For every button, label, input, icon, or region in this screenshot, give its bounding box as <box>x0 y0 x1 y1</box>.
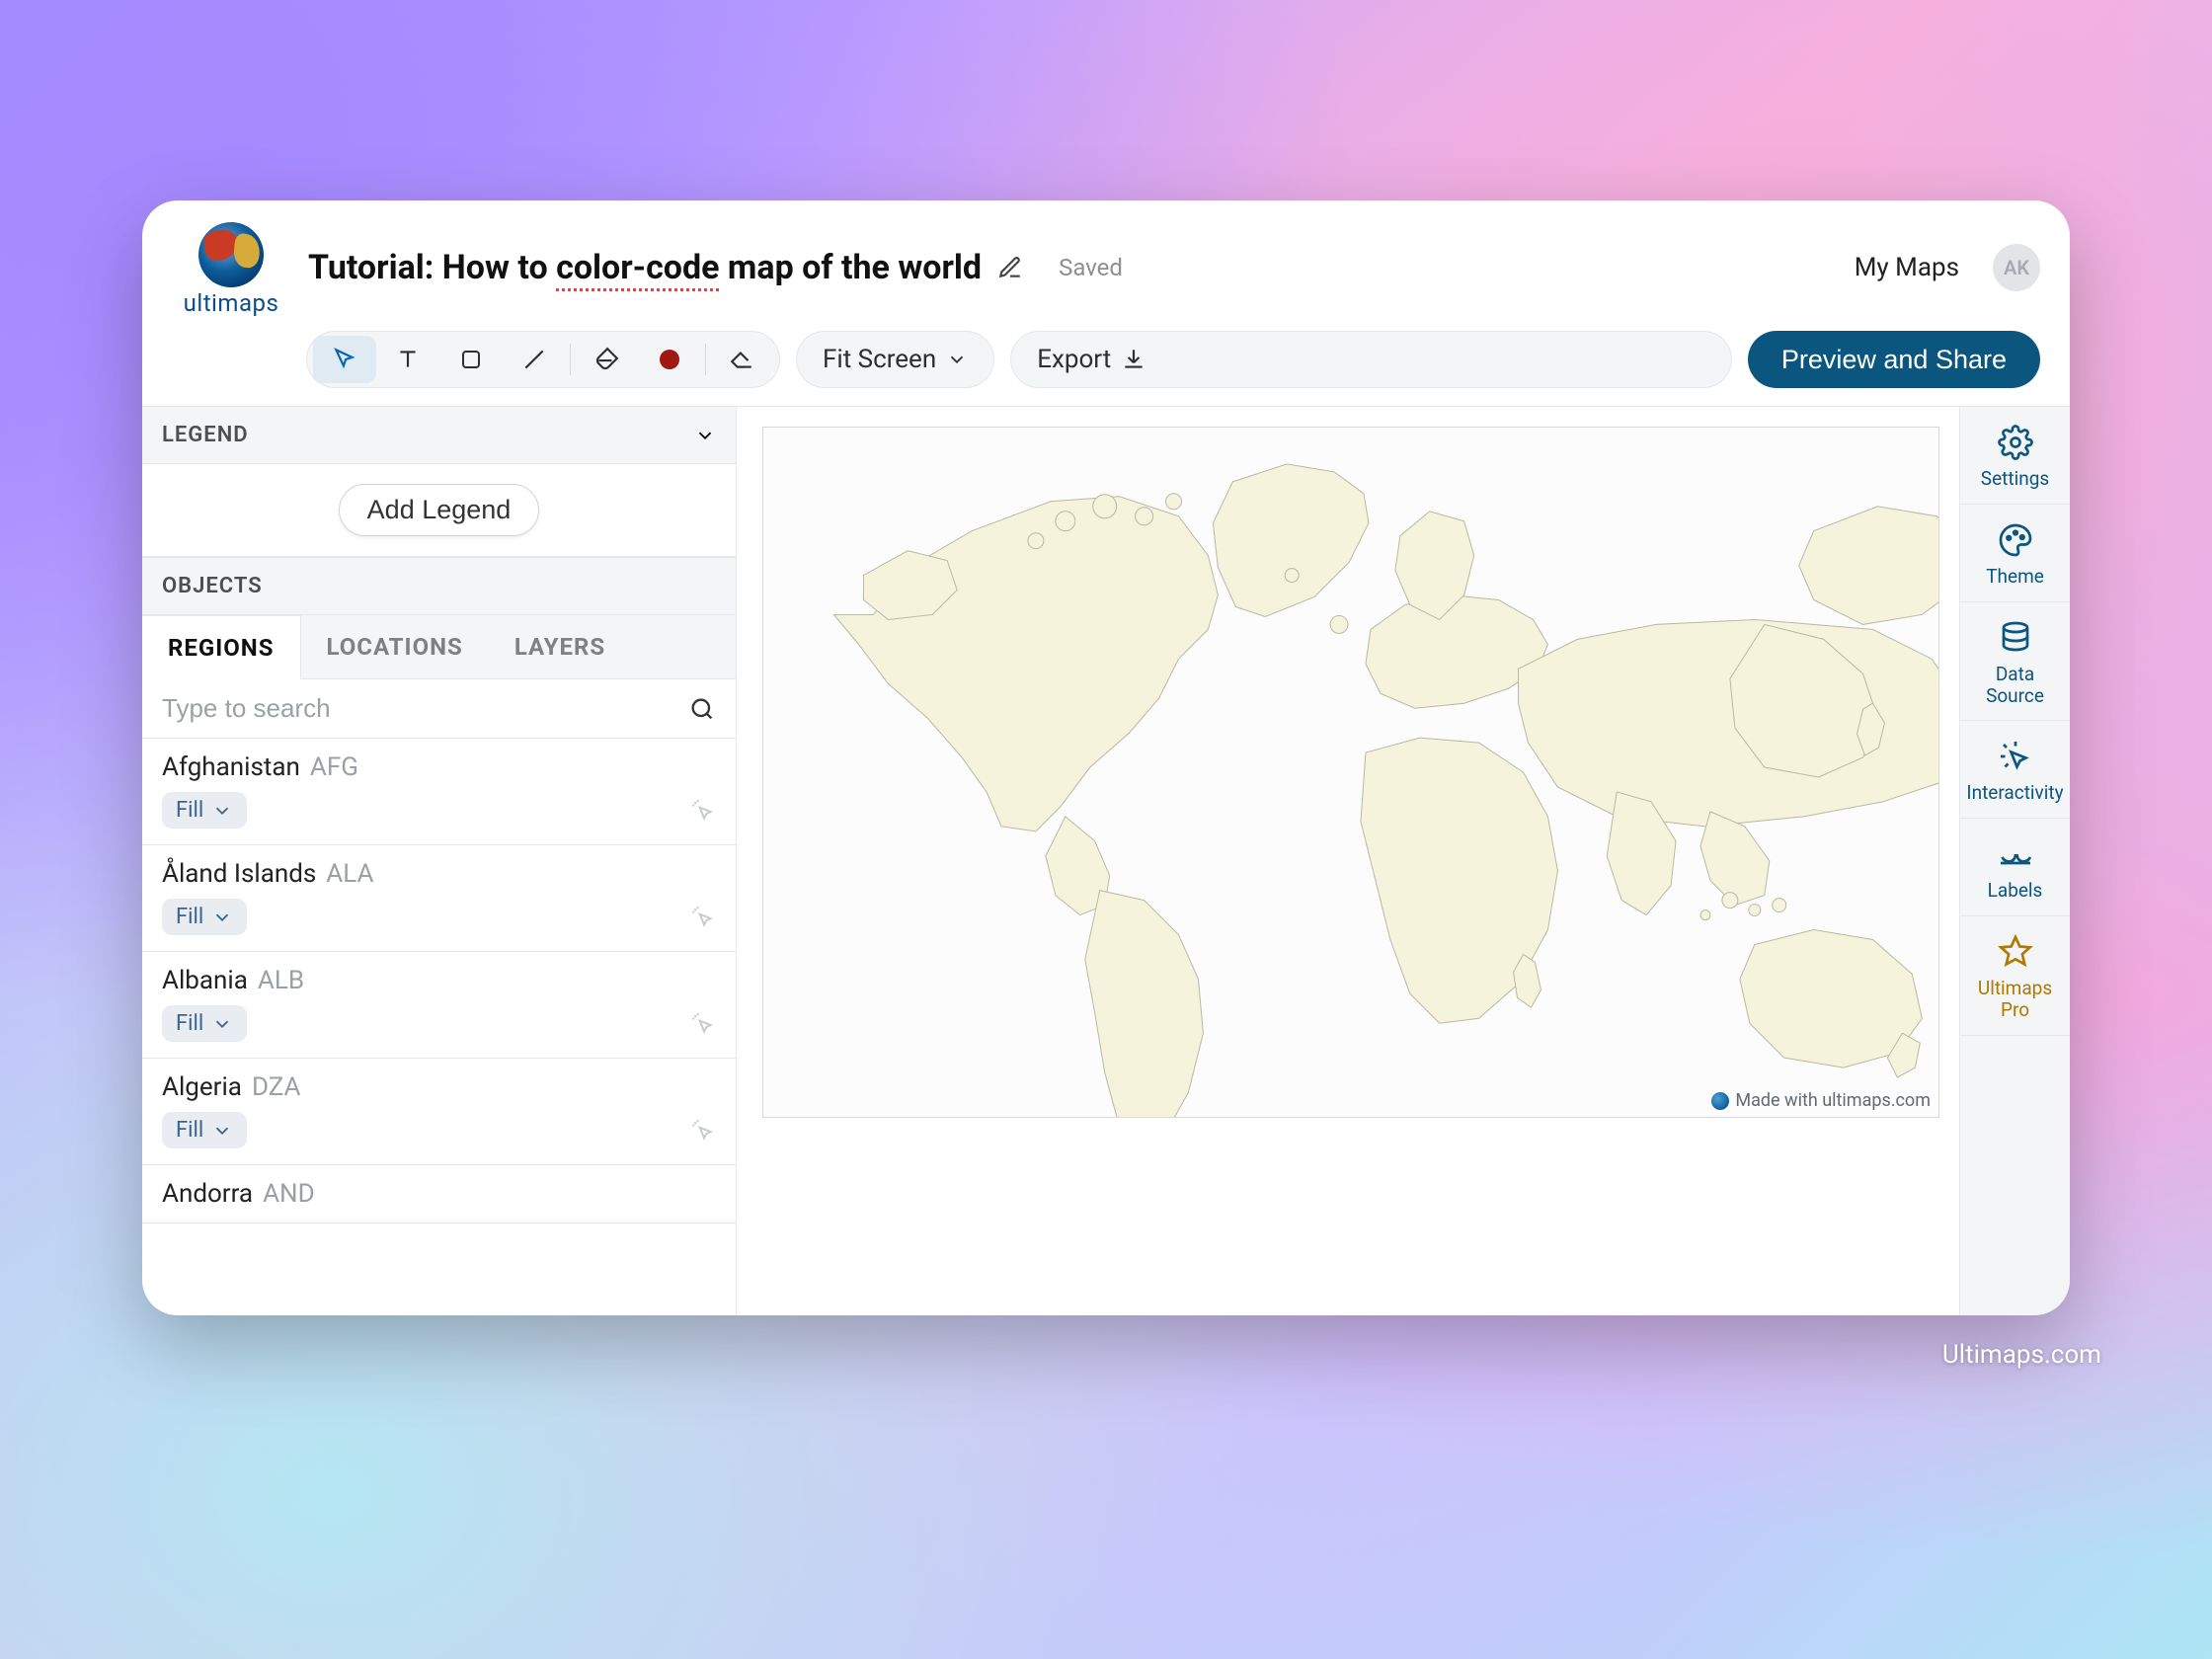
saved-status: Saved <box>1059 254 1123 281</box>
region-item[interactable]: Afghanistan AFG Fill <box>142 739 736 845</box>
star-icon <box>1998 934 2033 970</box>
fit-screen-dropdown[interactable]: Fit Screen <box>803 336 988 383</box>
map-landmasses <box>834 464 1939 1117</box>
chevron-down-icon <box>211 1013 233 1035</box>
region-code: DZA <box>252 1072 300 1102</box>
region-item[interactable]: Algeria DZA Fill <box>142 1059 736 1165</box>
select-tool[interactable] <box>313 336 376 383</box>
fill-color-dot <box>660 350 679 369</box>
region-name: Algeria <box>162 1072 242 1102</box>
fill-color-swatch[interactable] <box>638 336 701 383</box>
logo[interactable]: ultimaps <box>172 218 290 317</box>
legend-header[interactable]: LEGEND <box>142 407 736 464</box>
fill-chip[interactable]: Fill <box>162 899 247 935</box>
title-prefix: Tutorial: How to <box>308 248 556 287</box>
region-list[interactable]: Afghanistan AFG Fill Åland Islands ALA F… <box>142 739 736 1315</box>
region-name: Åland Islands <box>162 859 316 889</box>
title-suffix: map of the world <box>719 248 982 287</box>
object-tabs: REGIONS LOCATIONS LAYERS <box>142 615 736 679</box>
region-name: Afghanistan <box>162 752 300 782</box>
region-item[interactable]: Åland Islands ALA Fill <box>142 845 736 952</box>
logo-text: ultimaps <box>184 289 279 317</box>
chevron-down-icon <box>211 800 233 822</box>
gear-icon <box>1998 425 2033 460</box>
edit-icon[interactable] <box>997 255 1023 280</box>
add-legend-row: Add Legend <box>142 464 736 557</box>
region-code: ALB <box>258 966 304 995</box>
region-name: Albania <box>162 966 248 995</box>
export-group: Export <box>1010 331 1732 388</box>
palette-icon <box>1998 522 2033 558</box>
region-name: Andorra <box>162 1179 253 1209</box>
fill-chip[interactable]: Fill <box>162 1005 247 1042</box>
database-icon <box>1998 620 2033 656</box>
chevron-down-icon <box>211 907 233 928</box>
region-item[interactable]: Andorra AND <box>142 1165 736 1224</box>
chevron-down-icon <box>211 1120 233 1142</box>
tab-locations[interactable]: LOCATIONS <box>301 615 489 678</box>
cursor-click-icon <box>1998 739 2033 774</box>
search-input[interactable] <box>162 693 676 724</box>
eraser-tool[interactable] <box>710 336 773 383</box>
app-window: ultimaps Tutorial: How to color-code map… <box>142 200 2070 1315</box>
region-item[interactable]: Albania ALB Fill <box>142 952 736 1059</box>
body: LEGEND Add Legend OBJECTS REGIONS LOCATI… <box>142 407 2070 1315</box>
rail-theme[interactable]: Theme <box>1960 505 2070 602</box>
fill-chip[interactable]: Fill <box>162 792 247 829</box>
region-code: AFG <box>310 752 358 782</box>
left-panel: LEGEND Add Legend OBJECTS REGIONS LOCATI… <box>142 407 737 1315</box>
search-icon[interactable] <box>688 695 716 723</box>
chevron-down-icon <box>694 425 716 446</box>
right-rail: Settings Theme Data Source Interactivity… <box>1959 407 2070 1315</box>
rail-labels[interactable]: Labels <box>1960 819 2070 916</box>
tab-layers[interactable]: LAYERS <box>489 615 631 678</box>
export-button[interactable]: Export <box>1017 336 1166 383</box>
add-legend-button[interactable]: Add Legend <box>339 484 540 536</box>
shape-tool[interactable] <box>439 336 503 383</box>
title-underlined: color-code <box>556 248 719 291</box>
my-maps-link[interactable]: My Maps <box>1855 253 1959 282</box>
preview-share-button[interactable]: Preview and Share <box>1748 331 2040 388</box>
world-map[interactable]: Made with ultimaps.com <box>762 427 1939 1118</box>
rail-interactivity[interactable]: Interactivity <box>1960 721 2070 819</box>
chevron-down-icon <box>946 349 968 370</box>
text-tool[interactable] <box>376 336 439 383</box>
canvas[interactable]: Made with ultimaps.com <box>737 407 1959 1315</box>
labels-icon <box>1998 836 2033 872</box>
map-credit: Made with ultimaps.com <box>1711 1090 1931 1111</box>
rail-pro[interactable]: Ultimaps Pro <box>1960 916 2070 1036</box>
document-title[interactable]: Tutorial: How to color-code map of the w… <box>308 248 1123 287</box>
rail-settings[interactable]: Settings <box>1960 407 2070 505</box>
tools-group <box>306 331 780 388</box>
cursor-sparkle-icon[interactable] <box>690 798 716 824</box>
fill-tool[interactable] <box>575 336 638 383</box>
fill-chip[interactable]: Fill <box>162 1112 247 1148</box>
search-row <box>142 679 736 739</box>
line-tool[interactable] <box>503 336 566 383</box>
tab-regions[interactable]: REGIONS <box>142 615 301 679</box>
rail-data-source[interactable]: Data Source <box>1960 602 2070 722</box>
cursor-sparkle-icon[interactable] <box>690 1118 716 1144</box>
region-code: ALA <box>326 859 373 889</box>
view-group: Fit Screen <box>796 331 994 388</box>
avatar[interactable]: AK <box>1993 244 2040 291</box>
title-bar: ultimaps Tutorial: How to color-code map… <box>142 200 2070 317</box>
objects-header: OBJECTS <box>142 557 736 615</box>
download-icon <box>1121 347 1146 372</box>
region-code: AND <box>263 1179 315 1209</box>
globe-icon <box>198 222 264 287</box>
cursor-sparkle-icon[interactable] <box>690 1011 716 1037</box>
credit-globe-icon <box>1711 1092 1729 1110</box>
cursor-sparkle-icon[interactable] <box>690 905 716 930</box>
watermark: Ultimaps.com <box>1942 1340 2101 1370</box>
toolbar: Fit Screen Export Preview and Share <box>142 317 2070 407</box>
